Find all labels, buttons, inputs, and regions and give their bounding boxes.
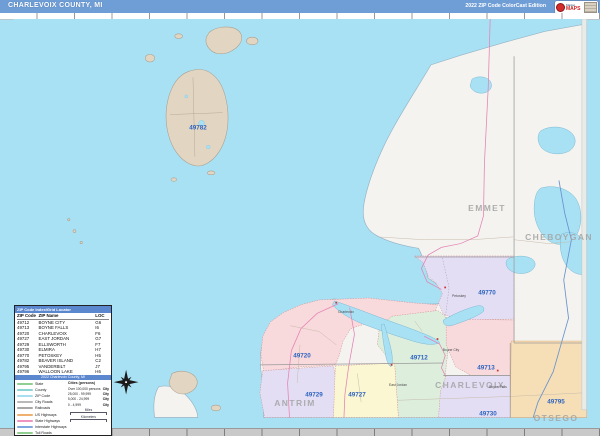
- cell-zip: 49796: [17, 369, 39, 375]
- legend-line-label: Interstate Highways: [35, 425, 67, 429]
- legend-scale-bars: Miles Kilometers: [68, 408, 109, 422]
- legend-line-label: Railroads: [35, 406, 50, 410]
- logo-maps-text: MAPS: [566, 7, 580, 12]
- logo-barcode-icon: [584, 2, 597, 13]
- county-label-antrim: ANTRIM: [274, 398, 315, 408]
- zip-label-49712: 49712: [410, 355, 428, 362]
- legend-city-label: Over 100,000 persons: [68, 387, 101, 391]
- legend-city-label: 5,000 - 24,999: [68, 397, 89, 401]
- legend-city-sample: City: [103, 403, 109, 407]
- douglas-lake: [538, 127, 575, 154]
- legend-line-swatch: [17, 414, 33, 416]
- scale-bar-row: Kilometers: [68, 415, 109, 422]
- legend-line-swatch: [17, 389, 33, 391]
- zip-region-49795: [510, 341, 586, 417]
- cell-loc: H6: [95, 369, 109, 375]
- col-loc: LOC: [95, 313, 109, 319]
- title-bar: CHARLEVOIX COUNTY, MI 2022 ZIP Code Colo…: [0, 0, 600, 14]
- locator-title: ZIP Code Index/Grid Locator: [15, 306, 111, 313]
- city-label-east-jordan: East Jordan: [389, 383, 407, 387]
- zip-label-49727: 49727: [348, 392, 366, 399]
- zip-label-49795: 49795: [547, 399, 565, 406]
- city-label-boyne-falls: Boyne Falls: [489, 385, 507, 389]
- legend-line-label: State Highways: [35, 419, 60, 423]
- locator-panel: ZIP Code Index/Grid Locator ZIP Code ZIP…: [14, 305, 112, 436]
- col-zip-code: ZIP Code: [17, 313, 39, 319]
- county-label-emmet: EMMET: [468, 203, 506, 213]
- city-label-charlevoix: Charlevoix: [338, 310, 354, 314]
- county-title: CHARLEVOIX COUNTY, MI: [8, 2, 103, 9]
- zip-label-49713: 49713: [477, 365, 495, 372]
- locator-table-body: 49712 BOYNE CITY G6 49713 BOYNE FALLS I6…: [17, 320, 109, 375]
- city-label-boyne-city: Boyne City: [443, 348, 459, 352]
- logo-text: Market MAPS: [566, 4, 580, 12]
- legend-line-swatch: [17, 401, 33, 403]
- map-neatline-right: [582, 19, 587, 410]
- edition-label: 2022 ZIP Code ColorCast Edition: [465, 3, 546, 9]
- map-page: CHARLEVOIX COUNTY, MI 2022 ZIP Code Colo…: [0, 0, 600, 436]
- legend-line-swatch: [17, 420, 33, 422]
- zip-label-49730: 49730: [479, 411, 497, 418]
- legend-line-label: State: [35, 382, 43, 386]
- legend-city-row: 5,000 - 24,999 City: [68, 397, 109, 402]
- zip-label-49770: 49770: [478, 290, 496, 297]
- legend-line-label: Toll Roads: [35, 431, 52, 435]
- county-label-cheboygan: CHEBOYGAN: [525, 232, 593, 242]
- legend-city-label: 0 - 4,999: [68, 403, 81, 407]
- legend-city-sample: City: [103, 397, 109, 401]
- zip-region-49729: [260, 366, 337, 418]
- legend-line-swatch: [17, 395, 33, 397]
- legend-city-rows: Over 100,000 persons City 25,000 - 99,99…: [68, 386, 109, 408]
- legend-line-swatch: [17, 432, 33, 434]
- county-label-otsego: OTSEGO: [534, 413, 579, 423]
- legend-row: Toll Roads: [17, 430, 68, 436]
- legend-city-sample: City: [103, 392, 109, 396]
- city-label-petoskey: Petoskey: [452, 294, 466, 298]
- legend-cities: Cities (persons) Over 100,000 persons Ci…: [68, 381, 109, 436]
- zip-label-49782: 49782: [189, 125, 207, 132]
- legend-line-swatch: [17, 426, 33, 428]
- legend-line-swatch: [17, 407, 33, 409]
- legend-city-label: 25,000 - 99,999: [68, 392, 91, 396]
- legend-line-items: State County ZIP Code City Roads Railroa…: [17, 381, 68, 436]
- legend-line-label: County: [35, 388, 46, 392]
- scale-bar-row: Miles: [68, 408, 109, 415]
- zip-label-49720: 49720: [293, 353, 311, 360]
- map-legend: State County ZIP Code City Roads Railroa…: [15, 380, 111, 436]
- legend-city-sample: City: [103, 387, 109, 391]
- legend-line-swatch: [17, 383, 33, 385]
- legend-line-label: ZIP Code: [35, 394, 50, 398]
- scale-bar: [70, 419, 107, 422]
- locator-table: ZIP Code ZIP Name LOC 49712 BOYNE CITY G…: [15, 313, 111, 375]
- legend-line-label: City Roads: [35, 400, 53, 404]
- zip-region-49727: [333, 363, 398, 417]
- legend-city-row: Over 100,000 persons City: [68, 386, 109, 391]
- logo-globe-icon: [556, 3, 565, 12]
- col-zip-name: ZIP Name: [39, 313, 96, 319]
- legend-city-row: 25,000 - 99,999 City: [68, 391, 109, 396]
- legend-line-label: US Highways: [35, 413, 57, 417]
